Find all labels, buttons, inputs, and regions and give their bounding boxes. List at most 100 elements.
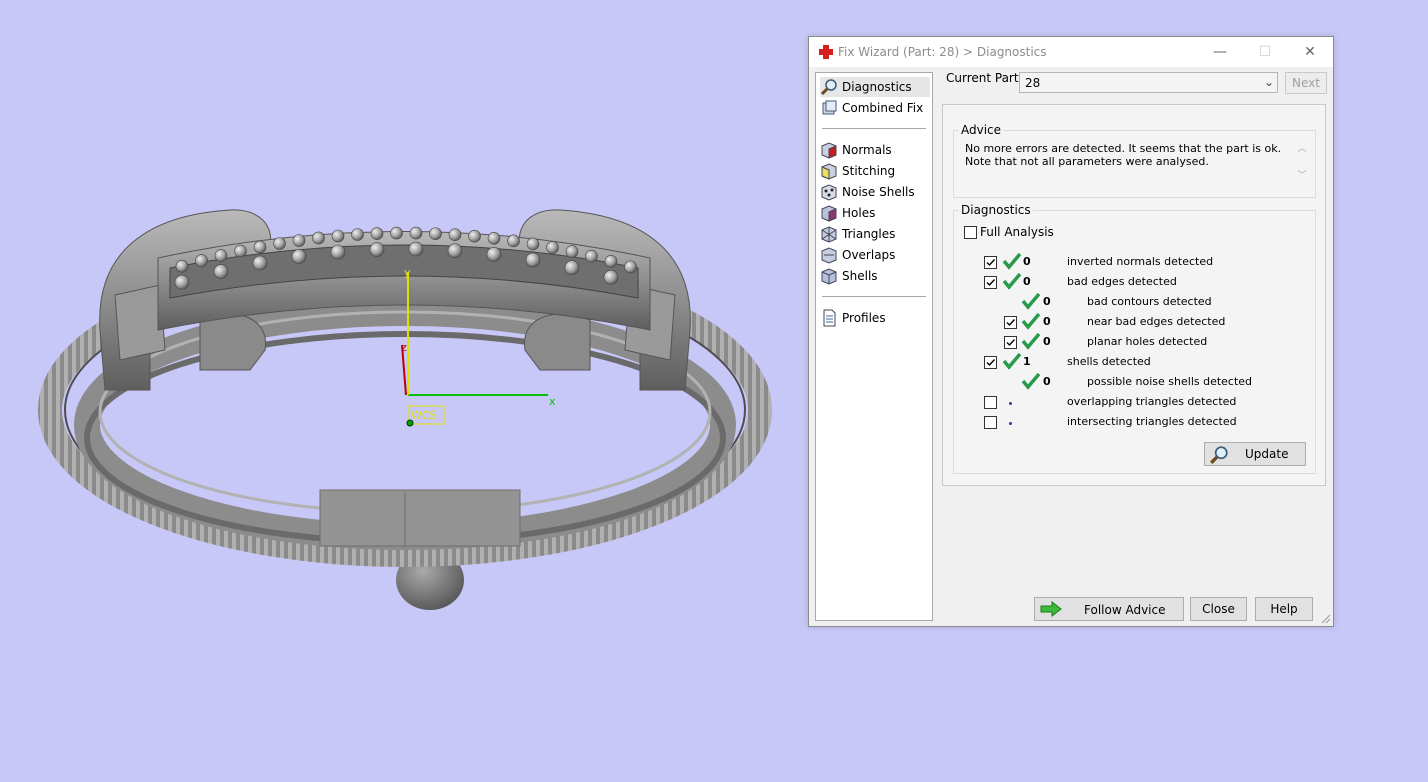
scroll-down-icon[interactable]: ﹀ bbox=[1295, 168, 1309, 181]
window-title: Fix Wizard (Part: 28) > Diagnostics bbox=[838, 45, 1047, 59]
ring-bead bbox=[604, 254, 618, 268]
ring-bead bbox=[603, 269, 619, 285]
ring-bead bbox=[331, 229, 345, 243]
shells-count: 1 bbox=[1023, 355, 1031, 368]
minimize-button[interactable]: — bbox=[1205, 41, 1235, 63]
current-part-value: 28 bbox=[1025, 76, 1041, 90]
overlapping-triangles-checkbox[interactable] bbox=[984, 396, 997, 409]
ring-bead bbox=[585, 249, 598, 263]
ring-bead bbox=[370, 227, 384, 240]
nav-item-shells[interactable]: Shells bbox=[820, 266, 930, 286]
origin-marker bbox=[406, 419, 414, 427]
diagnostics-groupbox: Diagnostics Full Analysis 0 inverted nor… bbox=[953, 203, 1316, 474]
ring-bead bbox=[291, 249, 307, 264]
update-button[interactable]: Update bbox=[1204, 442, 1306, 466]
advice-scrollbar[interactable]: ︿ ﹀ bbox=[1295, 141, 1309, 185]
intersecting-triangles-checkbox[interactable] bbox=[984, 416, 997, 429]
ok-check-icon bbox=[1021, 332, 1041, 350]
nav-item-label: Shells bbox=[842, 269, 878, 283]
ring-bead bbox=[273, 237, 286, 250]
magnifier-icon bbox=[820, 79, 837, 96]
ring-bead bbox=[564, 260, 580, 275]
ring-bead bbox=[408, 241, 424, 257]
intersecting-triangles-label: intersecting triangles detected bbox=[1067, 415, 1237, 428]
scroll-up-icon[interactable]: ︿ bbox=[1295, 141, 1309, 154]
triangles-cube-icon bbox=[821, 226, 837, 243]
follow-advice-label: Follow Advice bbox=[1084, 603, 1166, 617]
inverted-normals-count: 0 bbox=[1023, 255, 1031, 268]
wcs-label: WCS bbox=[411, 409, 437, 422]
shells-label: shells detected bbox=[1067, 355, 1151, 368]
noise-shells-count: 0 bbox=[1043, 375, 1051, 388]
ring-bead bbox=[526, 237, 540, 251]
ring-bead bbox=[409, 226, 423, 240]
ring-bead bbox=[330, 244, 346, 260]
green-arrow-icon bbox=[1040, 601, 1062, 617]
ring-bead bbox=[214, 249, 228, 262]
current-part-select[interactable]: 28 ⌄ bbox=[1019, 72, 1278, 93]
nav-item-label: Holes bbox=[842, 206, 876, 220]
nav-item-label: Triangles bbox=[842, 227, 896, 241]
nav-separator bbox=[822, 296, 926, 297]
near-bad-edges-checkbox[interactable] bbox=[1004, 316, 1017, 329]
3d-viewport[interactable]: x y z WCS bbox=[0, 0, 790, 782]
inverted-normals-checkbox[interactable] bbox=[984, 256, 997, 269]
planar-holes-count: 0 bbox=[1043, 335, 1051, 348]
maximize-button[interactable]: ☐ bbox=[1250, 41, 1280, 63]
nav-item-stitching[interactable]: Stitching bbox=[820, 161, 930, 181]
ring-bead bbox=[525, 252, 541, 268]
wizard-nav: Diagnostics Combined Fix Normals Stitchi… bbox=[815, 72, 933, 621]
update-label: Update bbox=[1245, 447, 1289, 461]
inverted-normals-label: inverted normals detected bbox=[1067, 255, 1214, 268]
close-button[interactable]: Close bbox=[1190, 597, 1247, 621]
nav-item-label: Profiles bbox=[842, 311, 886, 325]
current-part-label: Current Part: bbox=[946, 71, 1023, 85]
advice-groupbox: Advice No more errors are detected. It s… bbox=[953, 123, 1316, 198]
nav-item-combined-fix[interactable]: Combined Fix bbox=[820, 98, 930, 118]
ok-check-icon bbox=[1002, 252, 1022, 270]
near-bad-edges-count: 0 bbox=[1043, 315, 1051, 328]
help-button[interactable]: Help bbox=[1255, 597, 1313, 621]
nav-item-overlaps[interactable]: Overlaps bbox=[820, 245, 930, 265]
next-button[interactable]: Next bbox=[1285, 72, 1327, 94]
shells-cube-icon bbox=[821, 268, 837, 285]
diagnostics-title: Diagnostics bbox=[959, 203, 1033, 217]
holes-cube-icon bbox=[821, 205, 837, 222]
ring-bead bbox=[390, 226, 403, 240]
nav-item-noise-shells[interactable]: Noise Shells bbox=[820, 182, 930, 202]
red-cross-icon bbox=[819, 45, 833, 59]
nav-item-triangles[interactable]: Triangles bbox=[820, 224, 930, 244]
ring-bead bbox=[213, 264, 229, 279]
nav-item-normals[interactable]: Normals bbox=[820, 140, 930, 160]
ok-check-icon bbox=[1002, 352, 1022, 370]
ring-bead bbox=[292, 234, 306, 247]
overlapping-triangles-label: overlapping triangles detected bbox=[1067, 395, 1237, 408]
full-analysis-checkbox[interactable] bbox=[964, 226, 977, 239]
ring-bead bbox=[312, 231, 325, 245]
ok-check-icon bbox=[1002, 272, 1022, 290]
bad-edges-checkbox[interactable] bbox=[984, 276, 997, 289]
resize-grip-icon[interactable] bbox=[1321, 614, 1331, 624]
combined-fix-icon bbox=[822, 100, 837, 115]
ring-bead bbox=[252, 255, 268, 271]
profiles-document-icon bbox=[823, 309, 836, 327]
noise-shells-icon bbox=[821, 184, 837, 201]
diagnostics-panel: Advice No more errors are detected. It s… bbox=[942, 104, 1326, 486]
full-analysis-label: Full Analysis bbox=[980, 225, 1054, 239]
shells-checkbox[interactable] bbox=[984, 356, 997, 369]
ring-bead bbox=[486, 246, 502, 262]
nav-item-label: Normals bbox=[842, 143, 892, 157]
planar-holes-checkbox[interactable] bbox=[1004, 336, 1017, 349]
ring-bead bbox=[369, 242, 385, 257]
follow-advice-button[interactable]: Follow Advice bbox=[1034, 597, 1184, 621]
near-bad-edges-label: near bad edges detected bbox=[1087, 315, 1226, 328]
ring-bead bbox=[351, 228, 364, 241]
planar-holes-label: planar holes detected bbox=[1087, 335, 1208, 348]
ring-bead bbox=[468, 229, 481, 243]
normals-cube-icon bbox=[821, 142, 837, 159]
nav-item-holes[interactable]: Holes bbox=[820, 203, 930, 223]
nav-item-profiles[interactable]: Profiles bbox=[820, 308, 930, 328]
ring-bead bbox=[234, 244, 247, 258]
nav-item-diagnostics[interactable]: Diagnostics bbox=[820, 77, 930, 97]
close-window-button[interactable]: ✕ bbox=[1295, 41, 1325, 63]
